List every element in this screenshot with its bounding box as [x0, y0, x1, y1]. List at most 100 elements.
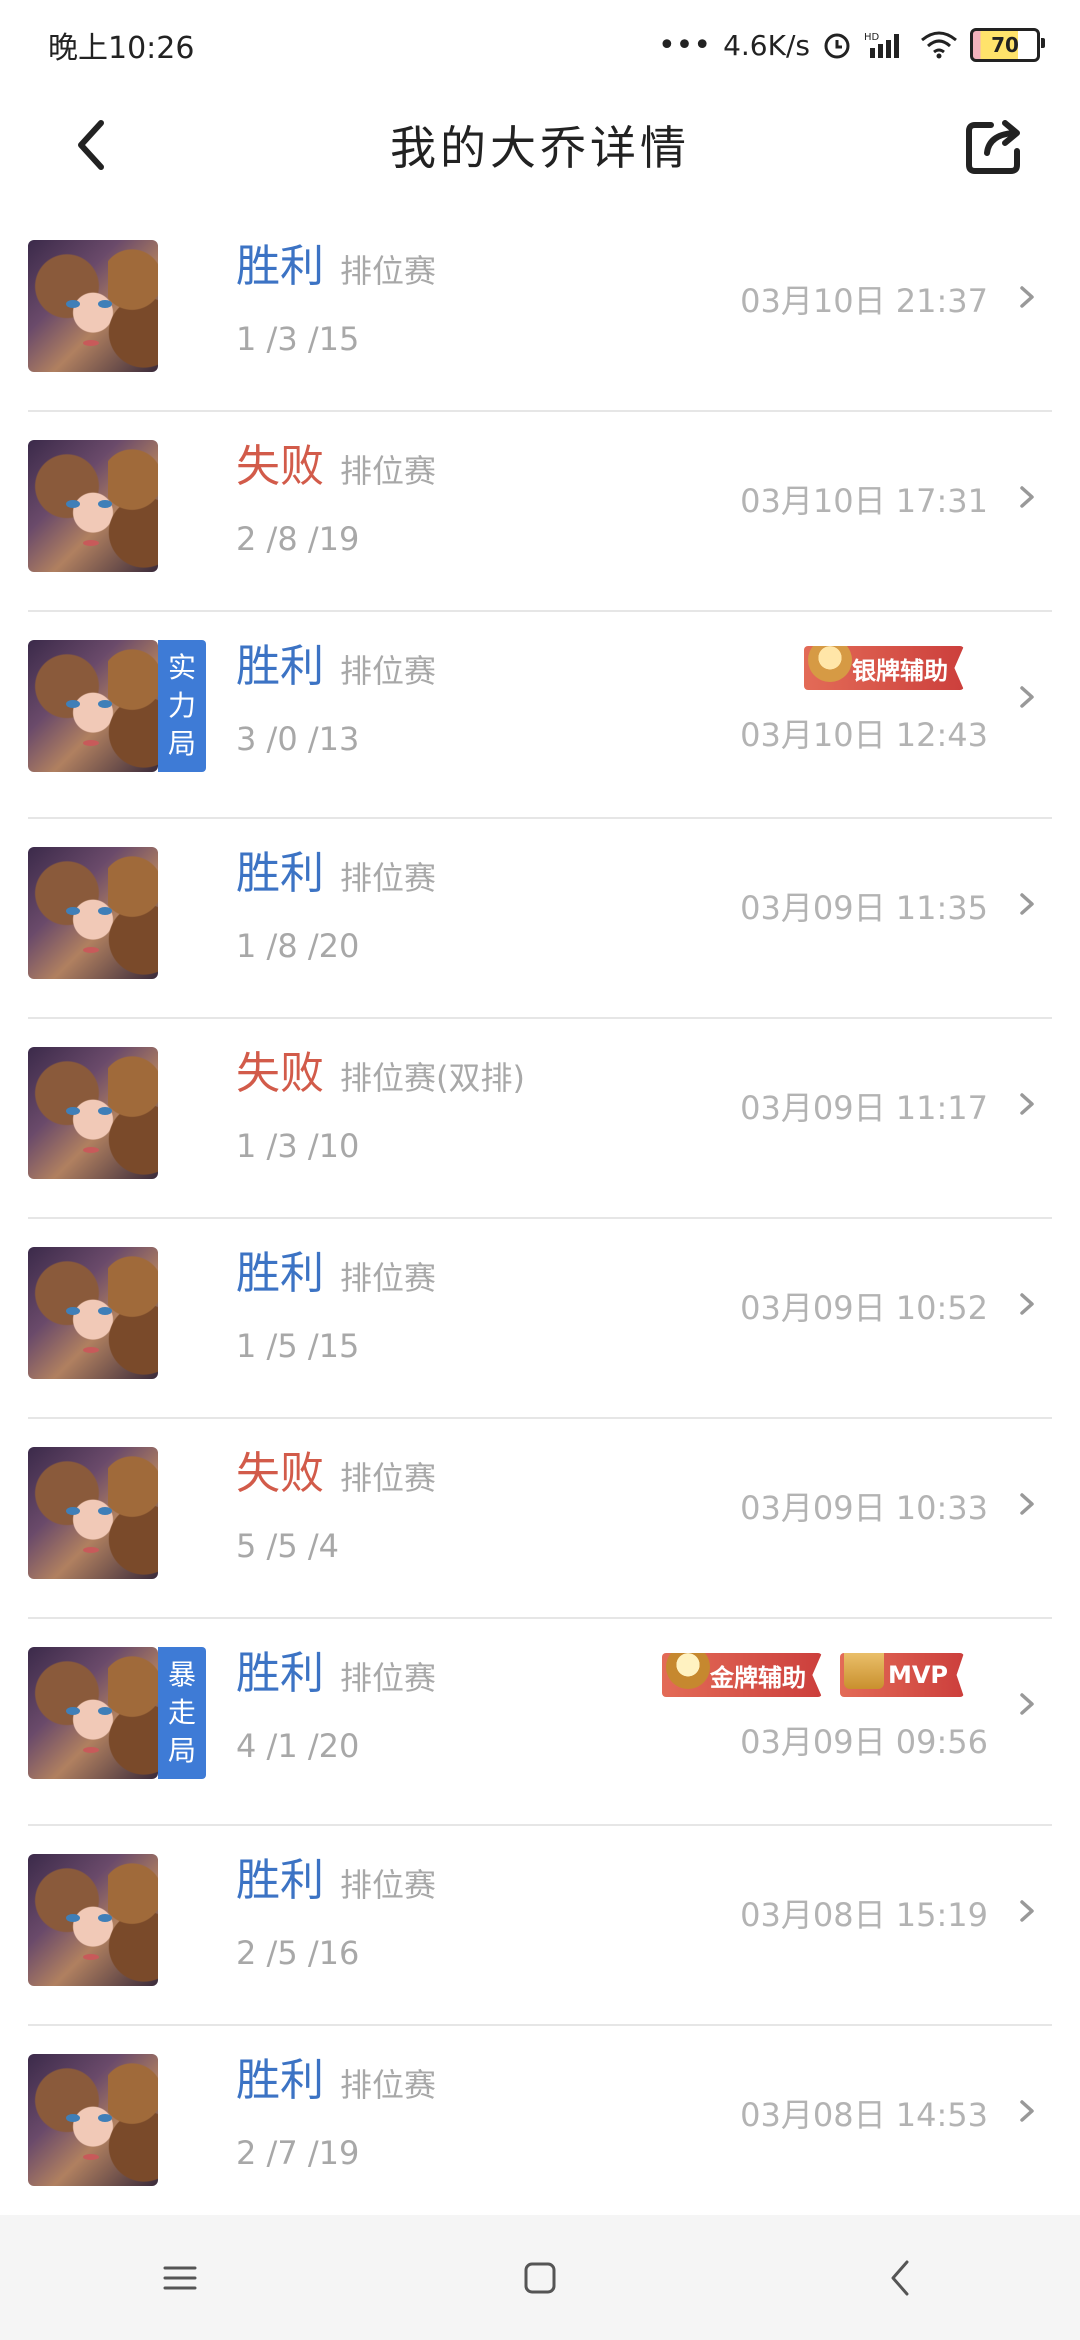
- silver-medal-badge: 银牌辅助: [804, 646, 964, 690]
- share-button[interactable]: [958, 110, 1030, 182]
- match-kda: 2 /7 /19: [236, 2134, 360, 2172]
- match-row[interactable]: 胜利 排位赛 1 /3 /15 03月10日 21:37: [28, 212, 1052, 412]
- chevron-right-icon: [1012, 1289, 1042, 1319]
- match-tag: 暴走局: [158, 1647, 206, 1779]
- match-time: 03月09日 11:17: [740, 1089, 988, 1127]
- match-mode: 排位赛(双排): [340, 1059, 525, 1097]
- match-time: 03月10日 17:31: [740, 482, 988, 520]
- match-result: 失败: [236, 1448, 324, 1499]
- match-mode: 排位赛: [340, 1259, 437, 1297]
- system-nav-bar: [0, 2215, 1080, 2340]
- hero-avatar: [28, 640, 158, 772]
- hero-avatar: [28, 1854, 158, 1986]
- page-title: 我的大乔详情: [390, 121, 690, 175]
- match-time: 03月09日 09:56: [740, 1723, 988, 1761]
- dots-icon: •••: [657, 27, 712, 63]
- match-mode: 排位赛: [340, 1659, 437, 1697]
- match-row[interactable]: 暴走局 胜利 排位赛 4 /1 /20 金牌辅助 MVP 03月09日 09:5…: [28, 1619, 1052, 1826]
- match-result: 胜利: [236, 241, 324, 292]
- match-result: 失败: [236, 1048, 324, 1099]
- badge-label: 金牌辅助: [709, 1663, 806, 1692]
- match-mode: 排位赛: [340, 1459, 437, 1497]
- hero-avatar: [28, 1247, 158, 1379]
- chevron-right-icon: [1012, 282, 1042, 312]
- match-row[interactable]: 胜利 排位赛 1 /8 /20 03月09日 11:35: [28, 819, 1052, 1019]
- match-result: 胜利: [236, 641, 324, 692]
- mvp-badge: MVP: [839, 1653, 964, 1697]
- badge-group: 金牌辅助 MVP: [661, 1653, 964, 1697]
- match-time: 03月10日 12:43: [740, 716, 988, 754]
- match-kda: 3 /0 /13: [236, 720, 360, 758]
- match-kda: 4 /1 /20: [236, 1727, 360, 1765]
- match-tag: 实力局: [158, 640, 206, 772]
- match-row[interactable]: 胜利 排位赛 1 /5 /15 03月09日 10:52: [28, 1219, 1052, 1419]
- match-row[interactable]: 实力局 胜利 排位赛 3 /0 /13 银牌辅助 03月10日 12:43: [28, 612, 1052, 819]
- match-kda: 1 /5 /15: [236, 1327, 360, 1365]
- chevron-right-icon: [1012, 1689, 1042, 1719]
- match-mode: 排位赛: [340, 1866, 437, 1904]
- match-time: 03月09日 10:52: [740, 1289, 988, 1327]
- share-icon: [966, 120, 1020, 174]
- chevron-right-icon: [1012, 482, 1042, 512]
- chevron-right-icon: [1012, 1089, 1042, 1119]
- chevron-right-icon: [1012, 889, 1042, 919]
- match-kda: 2 /5 /16: [236, 1934, 360, 1972]
- match-result: 胜利: [236, 1648, 324, 1699]
- back-nav-button[interactable]: [870, 2248, 930, 2308]
- gold-medal-badge: 金牌辅助: [661, 1653, 822, 1697]
- svg-text:HD: HD: [864, 32, 880, 43]
- chevron-right-icon: [1012, 2096, 1042, 2126]
- match-result: 失败: [236, 441, 324, 492]
- menu-button[interactable]: [150, 2248, 210, 2308]
- home-square-icon: [524, 2262, 556, 2293]
- status-bar: 晚上10:26 ••• 4.6K/s HD 70: [0, 0, 1080, 90]
- back-triangle-icon: [891, 2260, 909, 2295]
- match-row[interactable]: 胜利 排位赛 2 /5 /16 03月08日 15:19: [28, 1826, 1052, 2026]
- menu-icon: [163, 2266, 197, 2289]
- badge-label: 银牌辅助: [852, 656, 948, 685]
- match-row[interactable]: 胜利 排位赛 2 /7 /19 03月08日 14:53: [28, 2026, 1052, 2226]
- alarm-icon: [824, 33, 850, 59]
- match-result: 胜利: [236, 1855, 324, 1906]
- medal-icon: [665, 1653, 710, 1689]
- app-header: 我的大乔详情: [0, 90, 1080, 200]
- battery-icon: 70: [970, 28, 1045, 62]
- match-mode: 排位赛: [340, 652, 437, 690]
- match-kda: 1 /3 /10: [236, 1127, 360, 1165]
- wifi-icon: [921, 31, 957, 59]
- home-button[interactable]: [510, 2248, 570, 2308]
- hero-avatar: [28, 847, 158, 979]
- badge-label: MVP: [887, 1661, 948, 1689]
- net-speed: 4.6K/s: [723, 28, 810, 62]
- match-row[interactable]: 失败 排位赛 5 /5 /4 03月09日 10:33: [28, 1419, 1052, 1619]
- hero-avatar: [28, 240, 158, 372]
- match-kda: 2 /8 /19: [236, 520, 360, 558]
- match-result: 胜利: [236, 848, 324, 899]
- match-time: 03月10日 21:37: [740, 282, 988, 320]
- match-result: 胜利: [236, 2055, 324, 2106]
- medal-icon: [808, 646, 852, 682]
- status-icons: ••• 4.6K/s HD 70: [657, 27, 1045, 63]
- match-result: 胜利: [236, 1248, 324, 1299]
- chevron-right-icon: [1012, 1489, 1042, 1519]
- chevron-left-icon: [78, 120, 104, 170]
- match-kda: 1 /8 /20: [236, 927, 360, 965]
- match-mode: 排位赛: [340, 452, 437, 490]
- match-time: 03月08日 14:53: [740, 2096, 988, 2134]
- back-button[interactable]: [60, 112, 120, 178]
- chevron-right-icon: [1012, 1896, 1042, 1926]
- hd-signal-icon: HD: [864, 32, 899, 58]
- status-time: 晚上10:26: [48, 31, 195, 66]
- match-time: 03月09日 11:35: [740, 889, 988, 927]
- hero-avatar: [28, 2054, 158, 2186]
- match-mode: 排位赛: [340, 252, 437, 290]
- chevron-right-icon: [1012, 682, 1042, 712]
- match-kda: 5 /5 /4: [236, 1527, 339, 1565]
- trophy-icon: [843, 1653, 884, 1689]
- match-time: 03月09日 10:33: [740, 1489, 988, 1527]
- match-row[interactable]: 失败 排位赛 2 /8 /19 03月10日 17:31: [28, 412, 1052, 612]
- hero-avatar: [28, 1647, 158, 1779]
- match-row[interactable]: 失败 排位赛(双排) 1 /3 /10 03月09日 11:17: [28, 1019, 1052, 1219]
- match-time: 03月08日 15:19: [740, 1896, 988, 1934]
- match-list: 胜利 排位赛 1 /3 /15 03月10日 21:37 失败 排位赛 2 /8…: [0, 212, 1080, 2226]
